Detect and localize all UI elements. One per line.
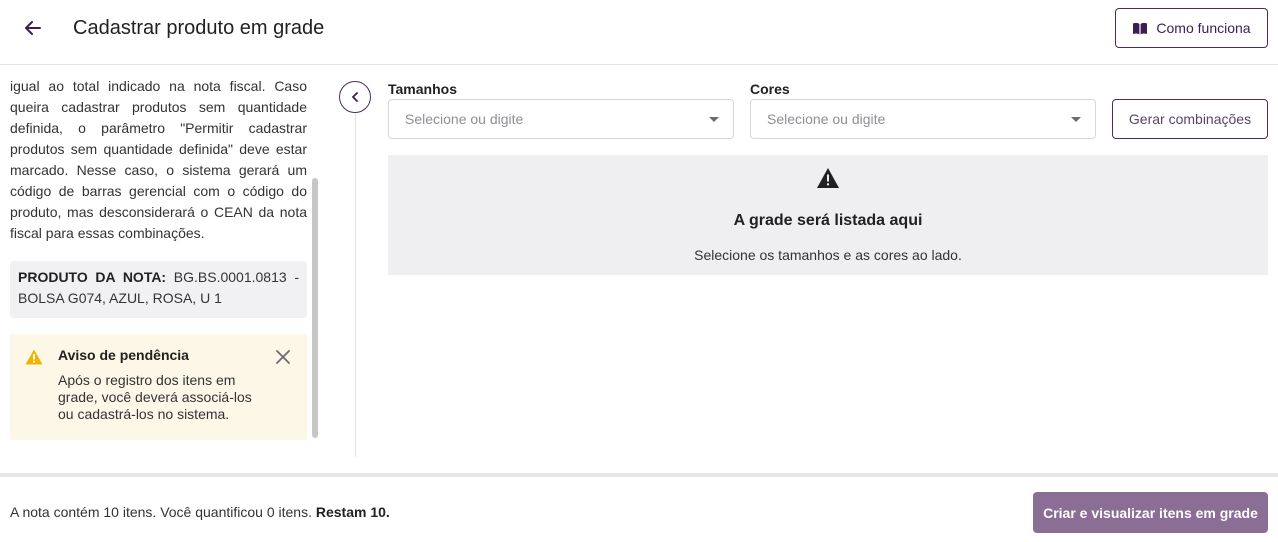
how-it-works-label: Como funciona bbox=[1156, 20, 1251, 36]
chevron-left-icon bbox=[352, 92, 358, 102]
grid-empty-subtitle: Selecione os tamanhos e as cores ao lado… bbox=[694, 247, 962, 263]
back-button[interactable] bbox=[19, 14, 47, 42]
instructions-panel: igual ao total indicado na nota fiscal. … bbox=[0, 65, 320, 457]
footer-remaining-text: Restam 10. bbox=[315, 504, 390, 520]
colors-select[interactable]: Selecione ou digite bbox=[750, 99, 1096, 139]
sizes-label: Tamanhos bbox=[388, 81, 457, 97]
colors-placeholder: Selecione ou digite bbox=[767, 111, 886, 127]
caret-down-icon bbox=[1071, 117, 1081, 122]
warning-close-button[interactable] bbox=[273, 347, 293, 367]
grid-empty-title: A grade será listada aqui bbox=[733, 212, 923, 229]
instructions-text: igual ao total indicado na nota fiscal. … bbox=[10, 78, 307, 241]
panel-scrollbar[interactable] bbox=[312, 178, 318, 438]
sizes-select[interactable]: Selecione ou digite bbox=[388, 99, 734, 139]
page-title: Cadastrar produto em grade bbox=[73, 17, 325, 39]
warning-body: Após o registro dos itens em grade, você… bbox=[58, 372, 252, 422]
invoice-product-label: PRODUTO DA NOTA: bbox=[18, 269, 167, 285]
sizes-placeholder: Selecione ou digite bbox=[405, 111, 524, 127]
footer-summary-text: A nota contém 10 itens. Você quantificou… bbox=[10, 504, 312, 520]
grid-empty-state: A grade será listada aqui Selecione os t… bbox=[388, 155, 1268, 275]
how-it-works-button[interactable]: Como funciona bbox=[1115, 8, 1268, 48]
alert-triangle-icon bbox=[817, 168, 839, 188]
panel-divider bbox=[355, 113, 356, 457]
caret-down-icon bbox=[709, 117, 719, 122]
invoice-product-box: PRODUTO DA NOTA: BG.BS.0001.0813 - BOLSA… bbox=[10, 261, 307, 318]
generate-combinations-button[interactable]: Gerar combinações bbox=[1112, 99, 1268, 139]
arrow-left-icon bbox=[25, 21, 41, 35]
pending-warning: Aviso de pendência Após o registro dos i… bbox=[10, 334, 307, 440]
warning-title: Aviso de pendência bbox=[58, 347, 189, 363]
close-icon bbox=[276, 350, 290, 364]
page-header: Cadastrar produto em grade Como funciona bbox=[0, 0, 1278, 65]
create-grid-items-button[interactable]: Criar e visualizar itens em grade bbox=[1033, 492, 1268, 533]
book-open-icon bbox=[1133, 22, 1148, 34]
colors-label: Cores bbox=[750, 81, 790, 97]
footer-divider bbox=[0, 473, 1278, 477]
warning-triangle-icon bbox=[25, 349, 43, 365]
footer-summary: A nota contém 10 itens. Você quantificou… bbox=[10, 504, 390, 520]
collapse-panel-button[interactable] bbox=[339, 81, 371, 113]
